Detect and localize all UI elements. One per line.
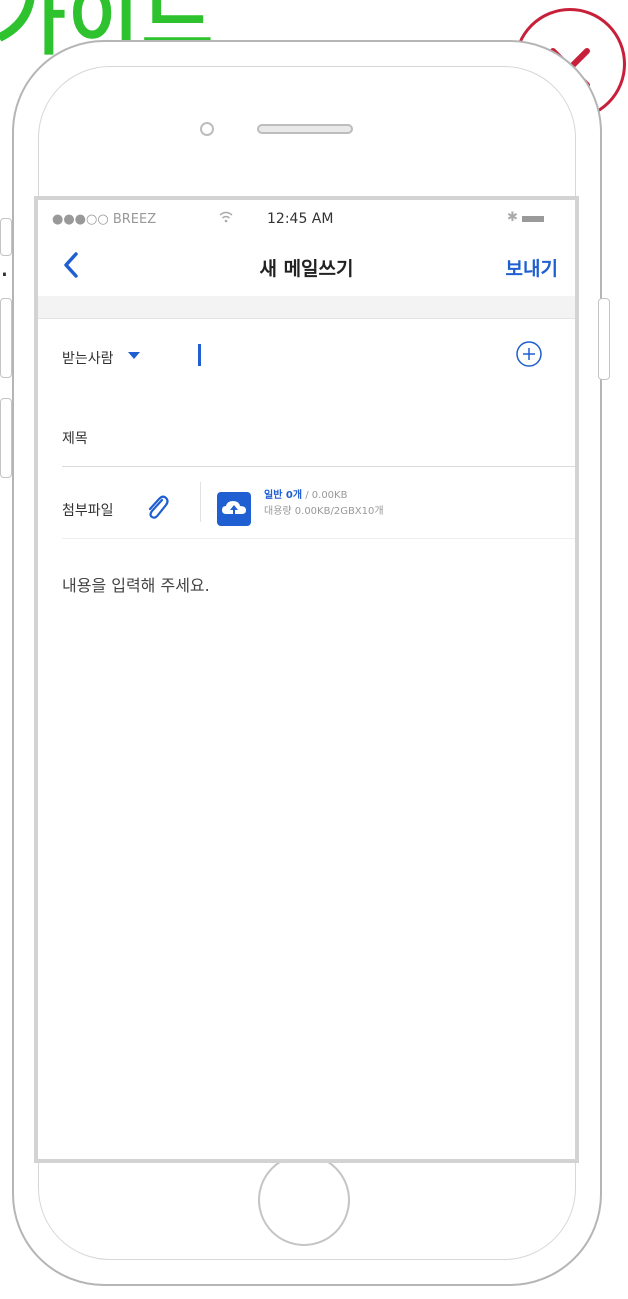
recipient-input[interactable]: [202, 340, 506, 372]
subject-input[interactable]: [142, 418, 516, 450]
large-attachment-info: 대용량 0.00KB/2GBX10개: [264, 506, 384, 517]
recipient-row: 받는사람: [62, 318, 575, 392]
paperclip-icon[interactable]: [142, 492, 172, 522]
attachment-label: 첨부파일: [62, 503, 114, 519]
add-circle-icon[interactable]: [515, 340, 543, 368]
text-cursor: [198, 344, 201, 366]
navigation-bar: 새 메일쓰기 보내기: [38, 240, 575, 290]
bluetooth-icon: ✱: [507, 210, 518, 225]
home-button[interactable]: [258, 1154, 350, 1246]
battery-icon: [522, 216, 544, 222]
page-title: 새 메일쓰기: [259, 258, 354, 280]
volume-up-button: [0, 298, 12, 378]
attachment-info: 일반 0개 / 0.00KB 대용량 0.00KB/2GBX10개: [264, 488, 384, 520]
cloud-upload-icon[interactable]: [217, 492, 251, 526]
status-time: 12:45 AM: [267, 211, 334, 227]
recipient-label: 받는사람: [62, 351, 114, 367]
send-button[interactable]: 보내기: [506, 254, 558, 281]
wifi-icon: [219, 211, 233, 223]
volume-down-button: [0, 398, 12, 478]
subject-row: 제목: [62, 392, 575, 467]
attachment-divider: [200, 482, 201, 522]
front-camera: [200, 122, 214, 136]
carrier-text: ●●●○○ BREEZ: [52, 212, 157, 227]
earpiece-speaker: [257, 124, 353, 134]
mute-switch: [0, 218, 12, 256]
message-body[interactable]: 내용을 입력해 주세요.: [62, 572, 542, 1072]
phone-screen: ●●●○○ BREEZ 12:45 AM ✱ 새 메일쓰기 보내기 받는사람 제: [34, 196, 579, 1163]
general-attachment-count: 일반 0개: [264, 490, 303, 501]
status-bar: ●●●○○ BREEZ 12:45 AM ✱: [38, 200, 575, 238]
attachment-row: 첨부파일 일반 0개 / 0.00KB 대용량 0.00KB/2GBX10개: [62, 466, 575, 539]
caret-down-icon[interactable]: [128, 352, 140, 360]
subject-label: 제목: [62, 431, 88, 447]
header-divider: [38, 296, 575, 319]
power-button: [598, 298, 610, 380]
general-attachment-size: / 0.00KB: [302, 490, 348, 501]
